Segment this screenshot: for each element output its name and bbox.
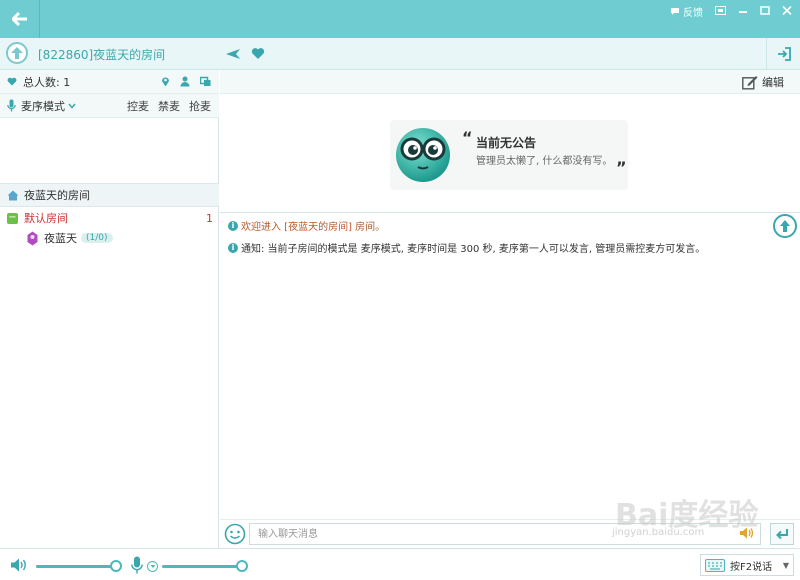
screen-share-icon[interactable] <box>200 76 211 87</box>
mic-mode-select[interactable]: 麦序模式 <box>21 98 76 114</box>
chat-input-bar <box>220 519 800 548</box>
enter-icon <box>776 529 788 540</box>
feedback-label: 反馈 <box>683 8 703 19</box>
send-button[interactable] <box>770 523 794 545</box>
left-panel: 总人数: 1 麦序模式 控麦 禁麦 抢麦 夜蓝天的房间 − 默认房间 1 夜蓝天… <box>0 70 219 548</box>
room-bar: [822860]夜蓝天的房间 <box>0 38 800 70</box>
info-icon: i <box>228 242 238 253</box>
room-tree-header[interactable]: 夜蓝天的房间 <box>0 183 219 207</box>
announcement-card: “ 当前无公告 管理员太懒了, 什么都没有写。 ” <box>390 120 628 190</box>
volume-slider-knob[interactable] <box>110 560 122 572</box>
feedback-button[interactable]: 反馈 <box>670 4 703 19</box>
mascot-icon <box>396 128 450 182</box>
mic-volume-slider[interactable] <box>162 565 242 568</box>
minimize-button[interactable] <box>738 6 748 18</box>
push-to-talk-label: 按F2说话 <box>730 561 773 573</box>
arrow-up-icon <box>780 220 790 232</box>
microphone-icon <box>7 99 16 112</box>
room-tree-title: 夜蓝天的房间 <box>24 189 90 202</box>
airplane-icon[interactable] <box>225 47 241 61</box>
microphone-icon <box>131 556 143 574</box>
chevron-down-icon <box>68 103 76 109</box>
bottom-bar: 按F2说话 ▼ <box>0 548 800 580</box>
collapse-icon[interactable]: − <box>7 212 18 224</box>
user-avatar-icon <box>27 231 38 245</box>
user-list-item[interactable]: 夜蓝天 (1/0) <box>0 229 219 247</box>
home-icon <box>7 190 19 200</box>
chat-message-notice: i 通知: 当前子房间的模式是 麦序模式, 麦序时间是 300 秒, 麦序第一人… <box>228 240 705 255</box>
input-speaker-button[interactable] <box>739 526 755 543</box>
heart-icon[interactable] <box>251 47 265 60</box>
location-icon[interactable] <box>161 76 170 87</box>
user-status-badge: (1/0) <box>81 233 113 243</box>
mic-volume-slider-knob[interactable] <box>236 560 248 572</box>
skin-button[interactable] <box>715 5 726 18</box>
default-subroom-count: 1 <box>206 211 213 225</box>
volume-slider[interactable] <box>36 565 116 568</box>
minimize-icon <box>739 10 747 13</box>
edit-announcement-button[interactable]: 编辑 <box>742 74 784 90</box>
exit-room-button[interactable] <box>766 38 800 70</box>
chat-divider <box>220 212 800 213</box>
emoji-button[interactable] <box>224 523 246 548</box>
maximize-icon <box>760 5 770 15</box>
emoji-icon <box>224 523 246 545</box>
grab-mic-link[interactable]: 抢麦 <box>189 98 211 114</box>
chat-message-input[interactable] <box>249 523 761 545</box>
back-button[interactable] <box>0 0 40 38</box>
room-title: [822860]夜蓝天的房间 <box>38 48 166 62</box>
volume-icon <box>11 558 26 572</box>
edit-icon <box>742 75 758 89</box>
room-logo-icon <box>6 42 28 64</box>
exit-icon <box>777 47 791 61</box>
open-quote-icon: “ <box>462 128 473 147</box>
chevron-down-icon[interactable]: ▼ <box>783 561 789 570</box>
mic-mode-actions: 控麦 禁麦 抢麦 <box>127 98 211 114</box>
chat-message-welcome: i 欢迎进入 [夜蓝天的房间] 房间。 <box>228 218 385 233</box>
close-quote-icon: ” <box>616 158 627 177</box>
back-arrow-icon <box>11 12 27 26</box>
chat-message-text: 欢迎进入 [夜蓝天的房间] 房间。 <box>241 222 386 233</box>
volume-button[interactable] <box>10 557 28 576</box>
scroll-top-button[interactable] <box>773 214 797 238</box>
control-mic-link[interactable]: 控麦 <box>127 98 149 114</box>
mic-mode-row: 麦序模式 控麦 禁麦 抢麦 <box>0 94 219 118</box>
edit-label: 编辑 <box>762 76 784 89</box>
close-button[interactable] <box>782 5 792 18</box>
mic-mode-label: 麦序模式 <box>21 99 65 113</box>
close-icon <box>782 5 792 15</box>
skin-icon <box>715 5 726 15</box>
info-icon: i <box>228 220 238 231</box>
user-name: 夜蓝天 <box>44 232 77 245</box>
room-actions <box>225 47 265 61</box>
default-subroom[interactable]: − 默认房间 1 <box>0 209 219 227</box>
announcement-header: 编辑 <box>220 70 800 94</box>
default-subroom-name: 默认房间 <box>24 212 68 225</box>
maximize-button[interactable] <box>760 5 770 18</box>
mic-options-button[interactable] <box>147 561 158 572</box>
comment-icon <box>671 8 679 15</box>
total-row-icons <box>161 76 211 87</box>
announcement-subtitle: 管理员太懒了, 什么都没有写。 <box>476 156 613 167</box>
ban-mic-link[interactable]: 禁麦 <box>158 98 180 114</box>
heart-small-icon <box>7 77 17 86</box>
chat-message-text: 通知: 当前子房间的模式是 麦序模式, 麦序时间是 300 秒, 麦序第一人可以… <box>241 244 706 255</box>
push-to-talk-button[interactable]: 按F2说话 ▼ <box>700 554 794 576</box>
window-controls: 反馈 <box>670 4 792 19</box>
mic-button[interactable] <box>131 556 143 577</box>
keyboard-icon <box>705 558 725 572</box>
speaker-icon <box>740 527 754 539</box>
user-icon[interactable] <box>180 76 190 87</box>
announcement-title: 当前无公告 <box>476 136 537 150</box>
total-users-row: 总人数: 1 <box>0 70 219 94</box>
title-bar: 反馈 <box>0 0 800 38</box>
chevron-down-icon <box>150 565 155 568</box>
total-users-label: 总人数: 1 <box>23 75 71 89</box>
